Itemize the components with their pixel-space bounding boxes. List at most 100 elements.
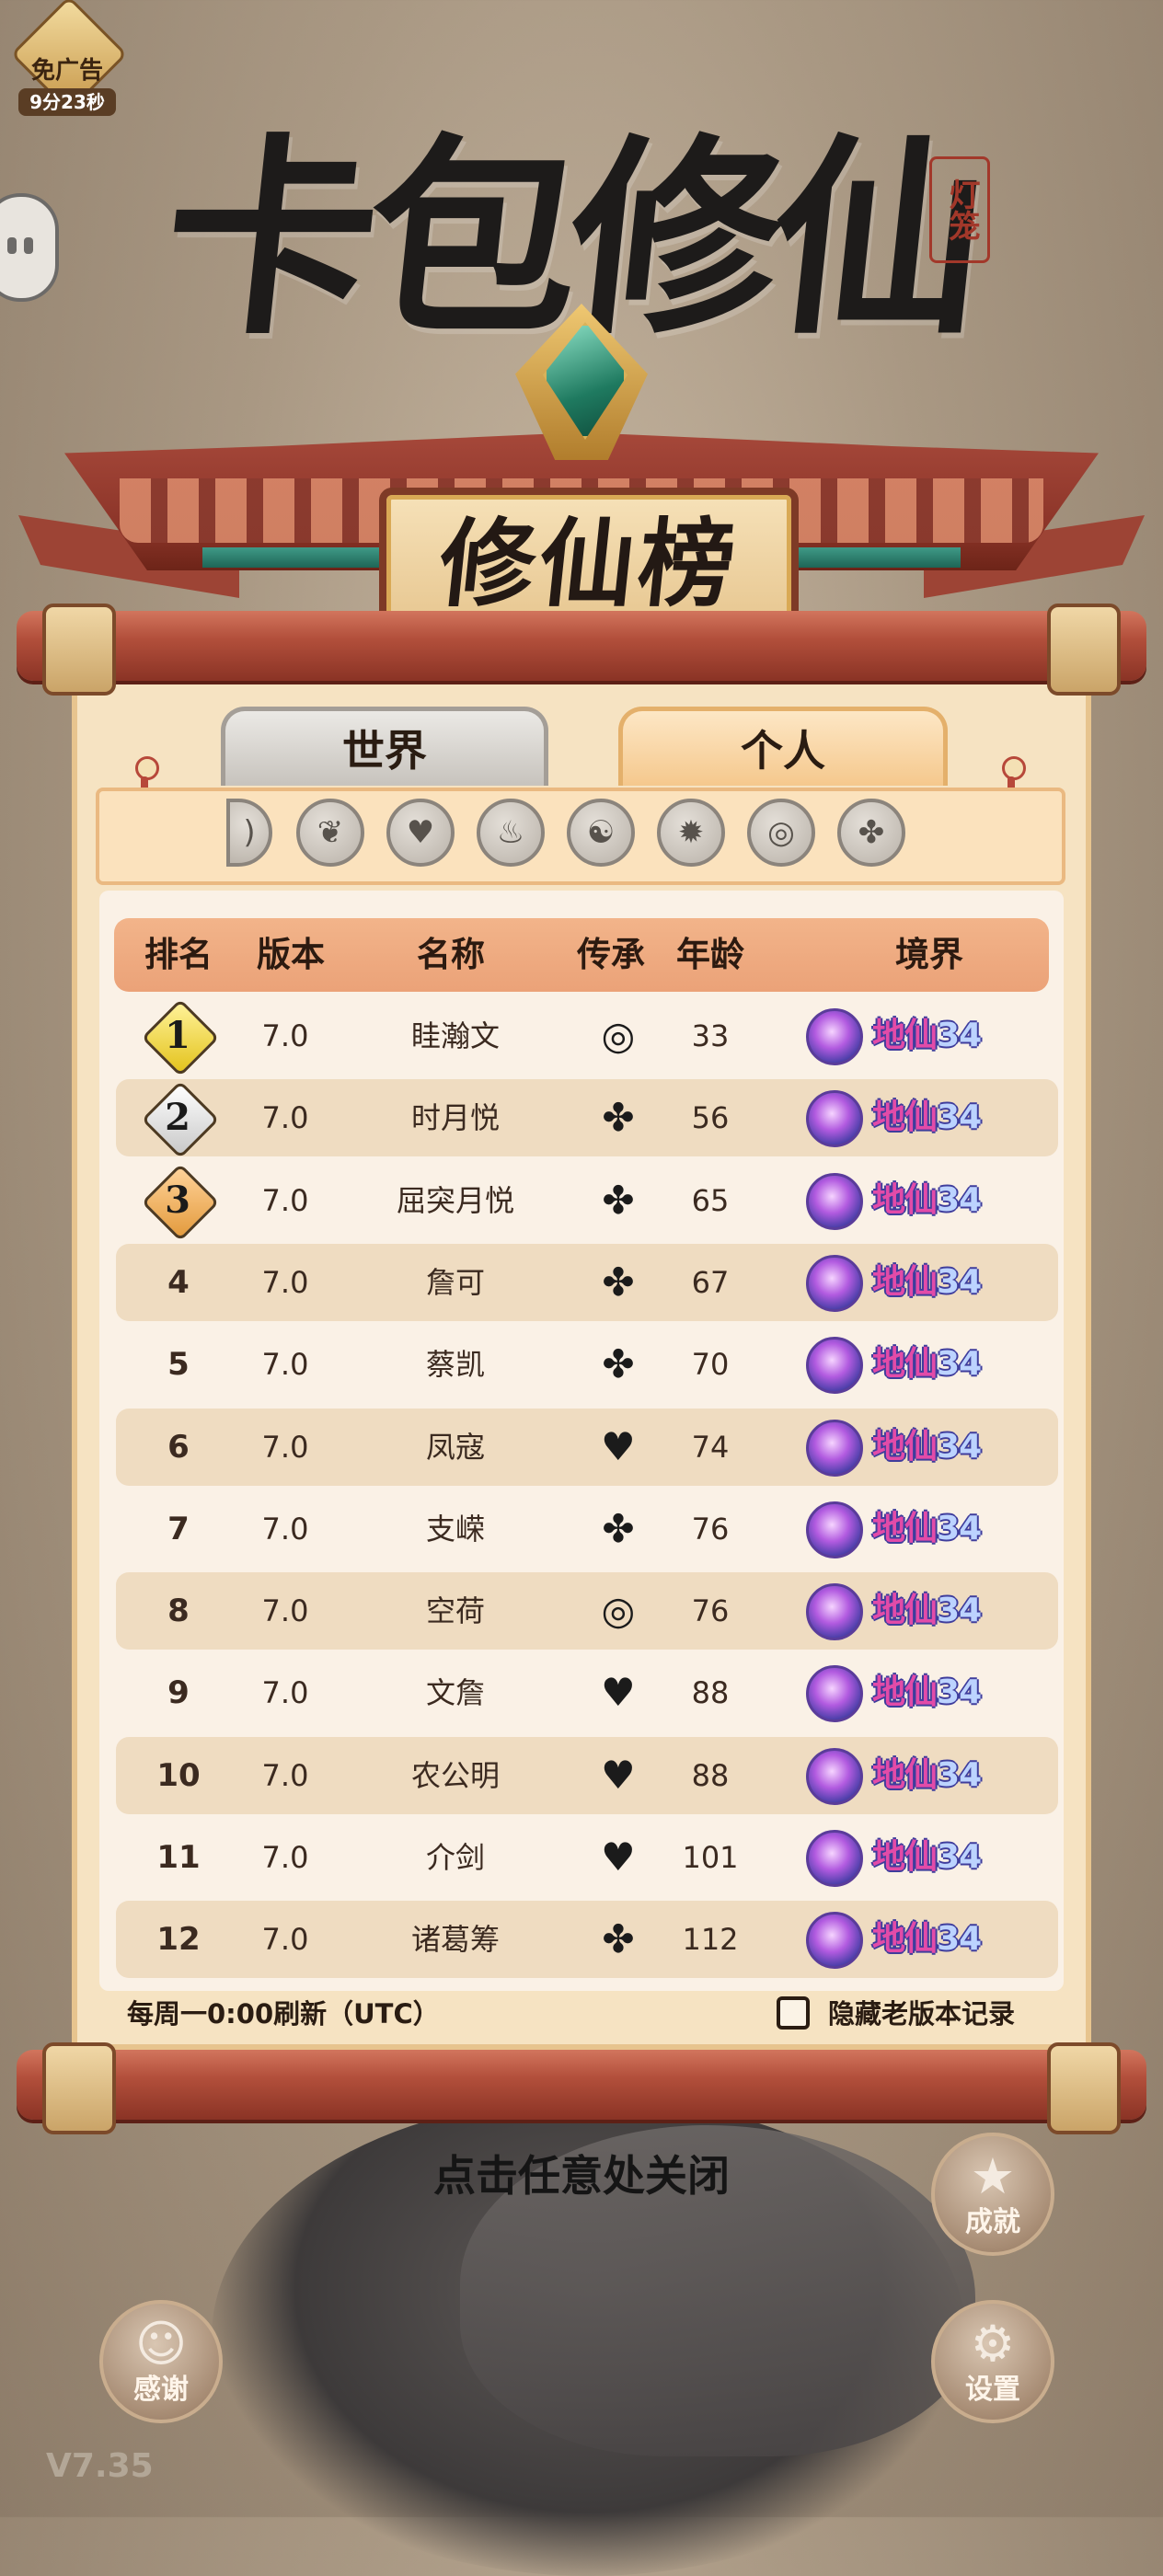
realm-cell: 地仙34 (806, 1490, 1082, 1568)
realm-label: 地仙34 (872, 1654, 982, 1731)
realm-orb-icon (806, 1501, 863, 1558)
hide-old-versions-checkbox[interactable] (777, 1996, 810, 2030)
sword-swirl-icon: ✤ (602, 1177, 635, 1223)
version-cell: 7.0 (261, 1511, 309, 1547)
table-row[interactable]: 8 7.0 空荷 ◎ 76 地仙34 (116, 1572, 1058, 1650)
rank-number: 5 (167, 1346, 190, 1384)
table-row[interactable]: 11 7.0 介剑 ♥ 101 地仙34 (116, 1819, 1058, 1896)
thanks-button[interactable]: ☺ 感谢 (99, 2300, 223, 2423)
ring-icon[interactable]: ◎ (747, 799, 815, 867)
realm-label: 地仙34 (872, 1490, 982, 1568)
rod-cap-left (42, 2042, 116, 2134)
rank-number: 11 (156, 1839, 201, 1876)
player-name[interactable]: 眭瀚文 (340, 997, 570, 1075)
realm-level: 34 (937, 1017, 982, 1054)
tab-personal[interactable]: 个人 (618, 707, 948, 786)
realm-orb-icon (806, 1583, 863, 1641)
version-label: V7.35 (46, 2447, 154, 2485)
player-name[interactable]: 凤寇 (340, 1409, 570, 1486)
table-row[interactable]: 10 7.0 农公明 ♥ 88 地仙34 (116, 1736, 1058, 1814)
player-name[interactable]: 介剑 (340, 1819, 570, 1896)
age-cell: 101 (682, 1840, 739, 1875)
heart-icon[interactable]: ♥ (386, 799, 455, 867)
refresh-note: 每周一0:00刷新（UTC） (127, 1998, 440, 2030)
side-chat-button[interactable] (0, 193, 59, 302)
rod-cap-left (42, 604, 116, 696)
rod-cap-right (1047, 2042, 1121, 2134)
thanks-label: 感谢 (133, 2374, 189, 2406)
realm-level: 34 (937, 1345, 982, 1384)
sword-swirl-icon: ✤ (602, 1341, 635, 1387)
table-row[interactable]: 4 7.0 詹可 ✤ 67 地仙34 (116, 1243, 1058, 1321)
player-name[interactable]: 文詹 (340, 1654, 570, 1731)
flame-icon[interactable]: ♨ (477, 799, 545, 867)
realm-level: 34 (937, 1098, 982, 1137)
sword-swirl-icon: ✤ (602, 1505, 635, 1551)
rod-cap-right (1047, 604, 1121, 696)
table-row[interactable]: 6 7.0 凤寇 ♥ 74 地仙34 (116, 1408, 1058, 1486)
table-row[interactable]: 7 7.0 支嵘 ✤ 76 地仙34 (116, 1490, 1058, 1568)
player-name[interactable]: 空荷 (340, 1572, 570, 1650)
table-row[interactable]: 1 7.0 眭瀚文 ◎ 33 地仙34 (116, 997, 1058, 1077)
header-version: 版本 (257, 935, 325, 974)
hide-old-versions-label[interactable]: 隐藏老版本记录 (828, 1993, 1015, 2035)
version-cell: 7.0 (261, 1100, 309, 1136)
player-name[interactable]: 屈突月悦 (340, 1162, 570, 1239)
realm-cell: 地仙34 (806, 1162, 1082, 1239)
rank-cell: 1 (116, 997, 241, 1077)
player-name[interactable]: 农公明 (340, 1737, 570, 1814)
version-cell: 7.0 (261, 1840, 309, 1875)
rank-number: 3 (165, 1178, 190, 1222)
realm-cell: 地仙34 (806, 1244, 1082, 1321)
version-cell: 7.0 (261, 1264, 309, 1300)
version-cell: 7.0 (261, 1675, 309, 1711)
realm-cell: 地仙34 (806, 1819, 1082, 1896)
realm-label: 地仙34 (872, 1079, 982, 1156)
player-name[interactable]: 詹可 (340, 1244, 570, 1321)
achievement-button[interactable]: ★ 成就 (931, 2133, 1054, 2256)
realm-label: 地仙34 (872, 1162, 982, 1239)
age-cell: 74 (691, 1429, 730, 1465)
heart-icon: ♥ (601, 1752, 636, 1798)
table-row[interactable]: 2 7.0 时月悦 ✤ 56 地仙34 (116, 1079, 1058, 1159)
header-name: 名称 (417, 935, 485, 974)
realm-level: 34 (937, 1262, 982, 1301)
settings-button[interactable]: ⚙ 设置 (931, 2300, 1054, 2423)
yin-yang-icon[interactable]: ☯ (567, 799, 635, 867)
realm-orb-icon (806, 1665, 863, 1723)
realm-name: 地仙 (872, 1755, 938, 1794)
table-row[interactable]: 3 7.0 屈突月悦 ✤ 65 地仙34 (116, 1162, 1058, 1242)
achievement-label: 成就 (965, 2206, 1020, 2238)
tab-world[interactable]: 世界 (221, 707, 548, 786)
heart-icon: ♥ (601, 1423, 636, 1469)
table-row[interactable]: 9 7.0 文詹 ♥ 88 地仙34 (116, 1654, 1058, 1731)
realm-level: 34 (937, 1920, 982, 1959)
ad-timer: 9分23秒 (18, 88, 116, 116)
realm-name: 地仙 (872, 1180, 938, 1219)
remove-ads-label: 免广告 (30, 57, 103, 85)
table-row[interactable]: 5 7.0 蔡凯 ✤ 70 地仙34 (116, 1326, 1058, 1403)
realm-name: 地仙 (872, 1920, 938, 1959)
realm-orb-icon (806, 1090, 863, 1148)
wings-icon[interactable]: ❦ (296, 799, 364, 867)
rank-number: 9 (167, 1674, 190, 1712)
header-rank: 排名 (144, 935, 213, 974)
player-name[interactable]: 支嵘 (340, 1490, 570, 1568)
realm-level: 34 (937, 1427, 982, 1466)
player-name[interactable]: 蔡凯 (340, 1326, 570, 1403)
realm-level: 34 (937, 1592, 982, 1630)
table-row[interactable]: 12 7.0 诸葛筹 ✤ 112 地仙34 (116, 1901, 1058, 1979)
person-icon: ☺ (134, 2315, 188, 2373)
realm-orb-icon (806, 1337, 863, 1395)
player-name[interactable]: 诸葛筹 (340, 1901, 570, 1978)
realm-label: 地仙34 (872, 1244, 982, 1321)
realm-label: 地仙34 (872, 1819, 982, 1896)
player-name[interactable]: 时月悦 (340, 1079, 570, 1156)
header-realm: 境界 (895, 935, 963, 974)
remove-ads-badge[interactable]: 免广告 9分23秒 (7, 0, 128, 120)
realm-cell: 地仙34 (806, 997, 1082, 1075)
version-cell: 7.0 (261, 1757, 309, 1793)
fire-spirit-icon[interactable]: ✹ (657, 799, 725, 867)
sword-swirl-icon[interactable]: ✤ (837, 799, 905, 867)
rank-number: 6 (167, 1428, 190, 1466)
